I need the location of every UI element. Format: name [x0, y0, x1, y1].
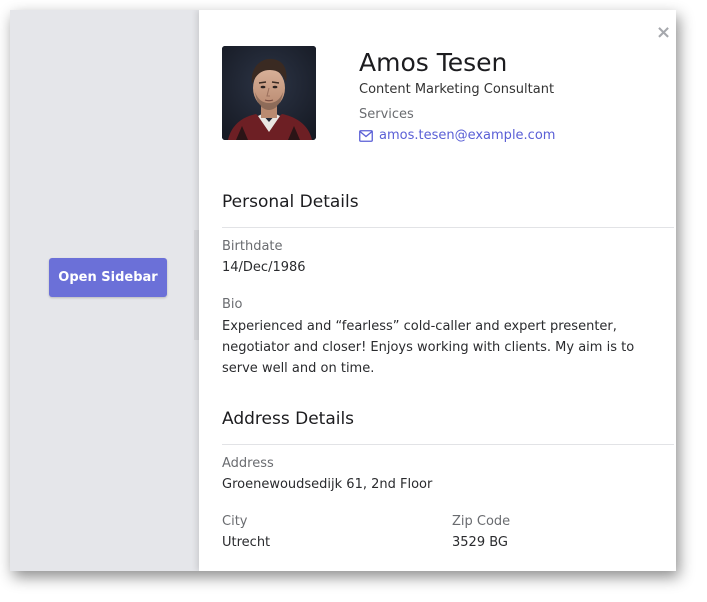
- profile-department: Services: [359, 107, 414, 122]
- mail-icon: [359, 129, 373, 142]
- bio-value: Experienced and “fearless” cold-caller a…: [222, 319, 635, 376]
- bio-label: Bio: [222, 297, 243, 312]
- city-value: Utrecht: [222, 535, 271, 550]
- address-details-divider: [222, 444, 674, 445]
- birthdate-label: Birthdate: [222, 239, 283, 254]
- profile-email-text[interactable]: amos.tesen@example.com: [379, 128, 555, 143]
- avatar-portrait-image: [222, 46, 316, 140]
- profile-name: Amos Tesen: [359, 48, 508, 77]
- zip-code-value: 3529 BG: [452, 535, 508, 550]
- city-label: City: [222, 514, 248, 529]
- app-window: Open Sidebar × Amos Tesen Content Market…: [10, 10, 676, 571]
- open-sidebar-button[interactable]: Open Sidebar: [49, 258, 167, 297]
- birthdate-value: 14/Dec/1986: [222, 260, 306, 275]
- close-icon[interactable]: ×: [656, 24, 671, 42]
- personal-details-divider: [222, 227, 674, 228]
- personal-details-heading: Personal Details: [222, 192, 359, 212]
- profile-job-title: Content Marketing Consultant: [359, 82, 555, 97]
- address-label: Address: [222, 456, 274, 471]
- avatar: [222, 46, 316, 140]
- address-details-heading: Address Details: [222, 409, 355, 429]
- zip-code-label: Zip Code: [452, 514, 511, 529]
- profile-sidebar: × Amos Tesen Content Marketing Consultan…: [199, 10, 676, 571]
- address-value: Groenewoudsedijk 61, 2nd Floor: [222, 477, 433, 492]
- profile-email-link[interactable]: amos.tesen@example.com: [359, 128, 555, 143]
